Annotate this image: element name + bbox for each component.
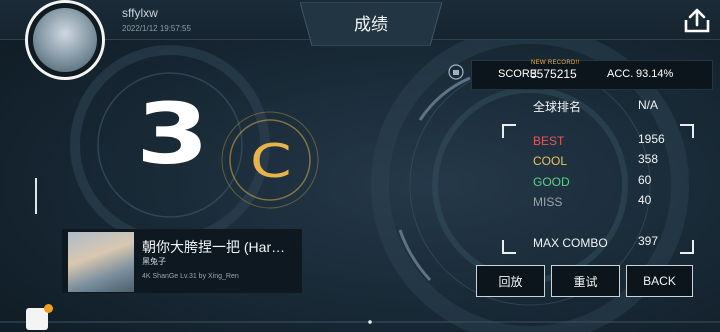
score-value: 3575215 xyxy=(530,67,577,81)
max-combo-label: MAX COMBO xyxy=(533,236,608,250)
share-icon[interactable] xyxy=(682,8,712,34)
miss-label: MISS xyxy=(533,195,563,209)
best-label: BEST xyxy=(533,134,565,148)
bracket-top-right xyxy=(680,124,694,138)
bracket-bottom-right xyxy=(680,240,694,254)
miss-value: 40 xyxy=(638,193,652,207)
cool-label: COOL xyxy=(533,154,568,168)
avatar[interactable] xyxy=(25,0,105,80)
new-record-badge: NEW RECORD!! xyxy=(531,60,580,66)
good-value: 60 xyxy=(638,173,652,187)
avatar-image xyxy=(33,8,97,72)
username: sffylxw xyxy=(122,6,158,20)
cool-value: 358 xyxy=(638,152,659,166)
side-marker xyxy=(35,178,37,214)
result-screen: 成绩 sffylxw 2022/1/12 19:57:55 3 C 朝你大胯捏一… xyxy=(0,0,720,332)
song-meta: 4K ShanGe Lv.31 by Xing_Ren xyxy=(142,273,239,280)
back-button[interactable]: BACK xyxy=(626,265,693,297)
accuracy-label: ACC. xyxy=(607,68,634,80)
bracket-bottom-left xyxy=(502,240,516,254)
best-value: 1956 xyxy=(638,132,665,146)
retry-button[interactable]: 重试 xyxy=(551,265,620,297)
song-cover-image xyxy=(68,232,134,292)
good-label: GOOD xyxy=(533,175,570,189)
replay-button[interactable]: 回放 xyxy=(476,265,545,297)
rank-grade: C xyxy=(250,134,292,188)
accuracy-value: 93.14% xyxy=(636,68,674,80)
global-rank-value: N/A xyxy=(638,98,659,112)
bracket-top-left xyxy=(502,124,516,138)
max-combo-value: 397 xyxy=(638,234,659,248)
global-rank-label: 全球排名 xyxy=(533,100,582,114)
song-artist: 黑兔子 xyxy=(142,257,166,266)
page-title: 成绩 xyxy=(354,15,388,34)
play-datetime: 2022/1/12 19:57:55 xyxy=(122,24,191,33)
notification-dot xyxy=(44,304,53,313)
song-title: 朝你大胯捏一把 (Har… xyxy=(142,239,286,255)
level-number: 3 xyxy=(136,85,209,183)
